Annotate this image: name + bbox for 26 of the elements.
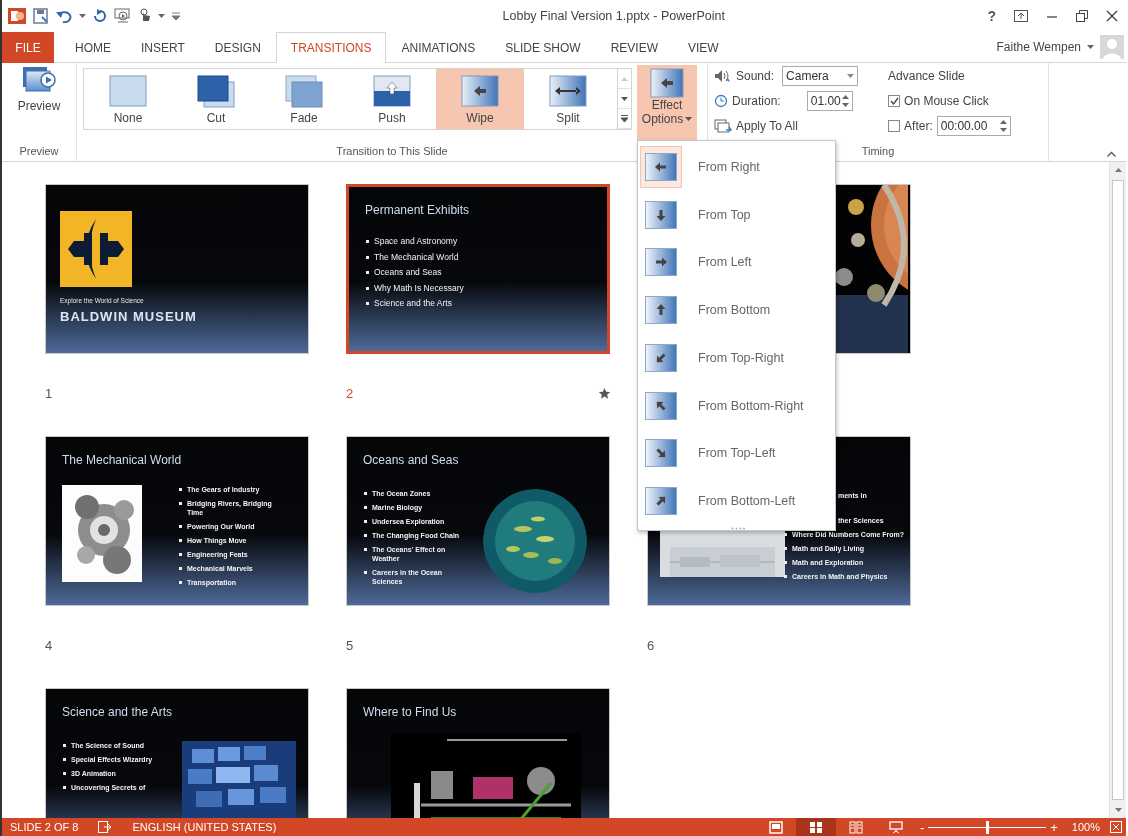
bullet-item: Why Math Is Necessary [365,280,607,296]
slide-title: Permanent Exhibits [365,203,471,217]
checkbox-label: On Mouse Click [904,94,989,108]
slide-title: The Mechanical World [62,453,183,467]
field-label: Duration: [732,94,781,108]
field-label: Sound: [736,69,775,83]
bullet-item: The Mechanical World [365,249,607,265]
slide-number: 2 [346,385,354,401]
checkbox-label: After: [904,119,933,133]
slide-number: 6 [647,637,655,653]
slide-number: 1 [45,385,53,401]
slide-title: BALDWIN MUSEUM [60,309,198,324]
window-title: Lobby Final Version 1.pptx - PowerPoint [501,9,726,23]
group-label: Preview [19,145,59,159]
group-label: Transition to This Slide [336,145,448,159]
slide-number: 4 [45,637,53,653]
section-title: Advance Slide [888,69,965,83]
slide-title: Oceans and Seas [363,453,460,467]
group-label: Timing [861,145,895,159]
bullet-item: Space and Astronomy [365,234,607,250]
bullet-item: Science and the Arts [365,296,607,312]
slide-counter: SLIDE 2 OF 8 [10,821,79,833]
bullet-item: Oceans and Seas [365,265,607,281]
slide-title: Where to Find Us [363,705,458,719]
slide-number: 5 [346,637,354,653]
slide-title: Science and the Arts [62,705,174,719]
